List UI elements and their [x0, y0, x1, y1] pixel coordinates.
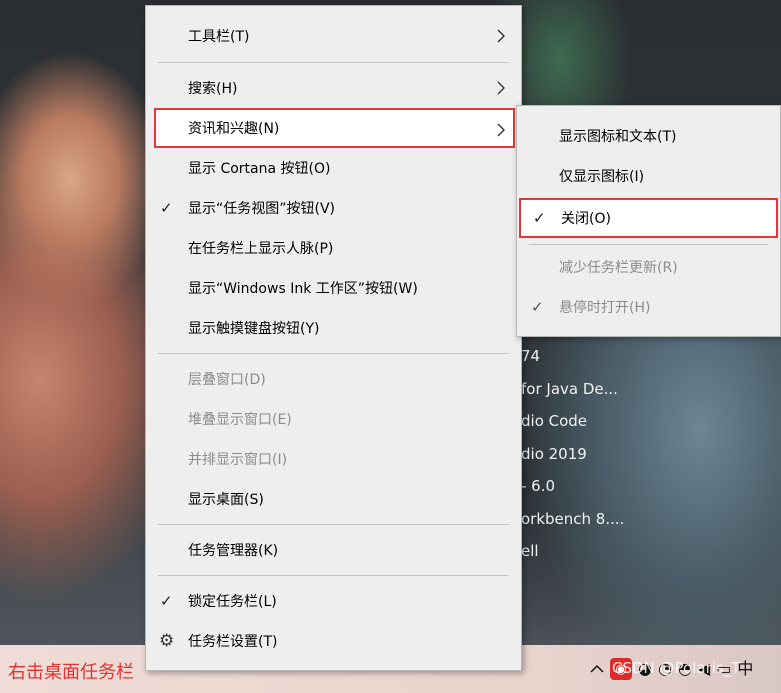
- submenu-item-turn-off[interactable]: ✓ 关闭(O): [519, 198, 778, 238]
- menu-item-label: 任务管理器(K): [188, 543, 279, 559]
- submenu-item-reduce-updates: 减少任务栏更新(R): [517, 247, 780, 287]
- menu-item-news-and-interests[interactable]: 资讯和兴趣(N): [154, 108, 515, 148]
- background-app-text: dio 2019: [521, 445, 587, 463]
- menu-item-show-windows-ink[interactable]: 显示“Windows Ink 工作区”按钮(W): [146, 268, 521, 308]
- background-app-text: ell: [521, 542, 539, 560]
- check-icon: ✓: [160, 591, 173, 610]
- background-app-text: 74: [521, 347, 541, 365]
- news-and-interests-submenu: 显示图标和文本(T) 仅显示图标(I) ✓ 关闭(O) 减少任务栏更新(R) ✓…: [516, 105, 781, 337]
- submenu-item-open-on-hover: ✓ 悬停时打开(H): [517, 287, 780, 327]
- menu-item-show-cortana[interactable]: 显示 Cortana 按钮(O): [146, 148, 521, 188]
- gear-icon: ⚙: [159, 631, 175, 651]
- background-app-text: for Java De...: [521, 380, 618, 398]
- menu-item-side-by-side: 并排显示窗口(I): [146, 439, 521, 479]
- menu-item-label: 显示“Windows Ink 工作区”按钮(W): [188, 281, 418, 297]
- watermark: CSDN @Polaris_T: [612, 659, 741, 677]
- menu-item-cascade-windows: 层叠窗口(D): [146, 359, 521, 399]
- chevron-right-icon: [497, 123, 505, 137]
- menu-item-show-people[interactable]: 在任务栏上显示人脉(P): [146, 228, 521, 268]
- menu-item-label: 显示 Cortana 按钮(O): [188, 161, 331, 177]
- menu-item-label: 堆叠显示窗口(E): [188, 412, 292, 428]
- menu-separator: [158, 524, 509, 525]
- background-app-text: - 6.0: [521, 477, 556, 495]
- menu-item-label: 层叠窗口(D): [188, 372, 266, 388]
- menu-separator: [529, 244, 768, 245]
- menu-item-show-touch-keyboard[interactable]: 显示触摸键盘按钮(Y): [146, 308, 521, 348]
- menu-separator: [158, 353, 509, 354]
- menu-item-show-task-view[interactable]: ✓ 显示“任务视图”按钮(V): [146, 188, 521, 228]
- menu-item-label: 搜索(H): [188, 81, 238, 97]
- menu-item-label: 显示桌面(S): [188, 492, 264, 508]
- menu-item-label: 在任务栏上显示人脉(P): [188, 241, 334, 257]
- chevron-up-icon[interactable]: [590, 661, 604, 677]
- menu-separator: [158, 62, 509, 63]
- menu-item-label: 悬停时打开(H): [559, 300, 651, 316]
- menu-item-stack-windows: 堆叠显示窗口(E): [146, 399, 521, 439]
- taskbar-context-menu: 工具栏(T) 搜索(H) 资讯和兴趣(N) 显示 Cortana 按钮(O) ✓…: [145, 5, 522, 671]
- menu-item-label: 显示图标和文本(T): [559, 129, 677, 145]
- menu-item-task-manager[interactable]: 任务管理器(K): [146, 530, 521, 570]
- menu-item-toolbars[interactable]: 工具栏(T): [146, 16, 521, 56]
- background-app-text: orkbench 8....: [521, 510, 625, 528]
- menu-item-label: 任务栏设置(T): [188, 634, 278, 650]
- check-icon: ✓: [160, 198, 173, 217]
- annotation-text: 右击桌面任务栏: [8, 662, 134, 683]
- menu-item-label: 显示触摸键盘按钮(Y): [188, 321, 320, 337]
- menu-item-label: 仅显示图标(I): [559, 169, 645, 185]
- menu-item-label: 资讯和兴趣(N): [188, 121, 280, 137]
- background-app-text: dio Code: [521, 412, 588, 430]
- chevron-right-icon: [497, 81, 505, 95]
- check-icon: ✓: [531, 297, 544, 316]
- submenu-item-show-icon-and-text[interactable]: 显示图标和文本(T): [517, 116, 780, 156]
- menu-item-label: 关闭(O): [561, 211, 611, 227]
- chevron-right-icon: [497, 29, 505, 43]
- menu-item-search[interactable]: 搜索(H): [146, 68, 521, 108]
- menu-item-lock-taskbar[interactable]: ✓ 锁定任务栏(L): [146, 581, 521, 621]
- menu-separator: [158, 575, 509, 576]
- menu-item-label: 显示“任务视图”按钮(V): [188, 201, 336, 217]
- check-icon: ✓: [533, 208, 546, 227]
- menu-item-label: 减少任务栏更新(R): [559, 260, 678, 276]
- menu-item-label: 并排显示窗口(I): [188, 452, 288, 468]
- menu-item-show-desktop[interactable]: 显示桌面(S): [146, 479, 521, 519]
- menu-item-taskbar-settings[interactable]: ⚙ 任务栏设置(T): [146, 621, 521, 661]
- submenu-item-show-icon-only[interactable]: 仅显示图标(I): [517, 156, 780, 196]
- menu-item-label: 工具栏(T): [188, 29, 250, 45]
- menu-item-label: 锁定任务栏(L): [188, 594, 277, 610]
